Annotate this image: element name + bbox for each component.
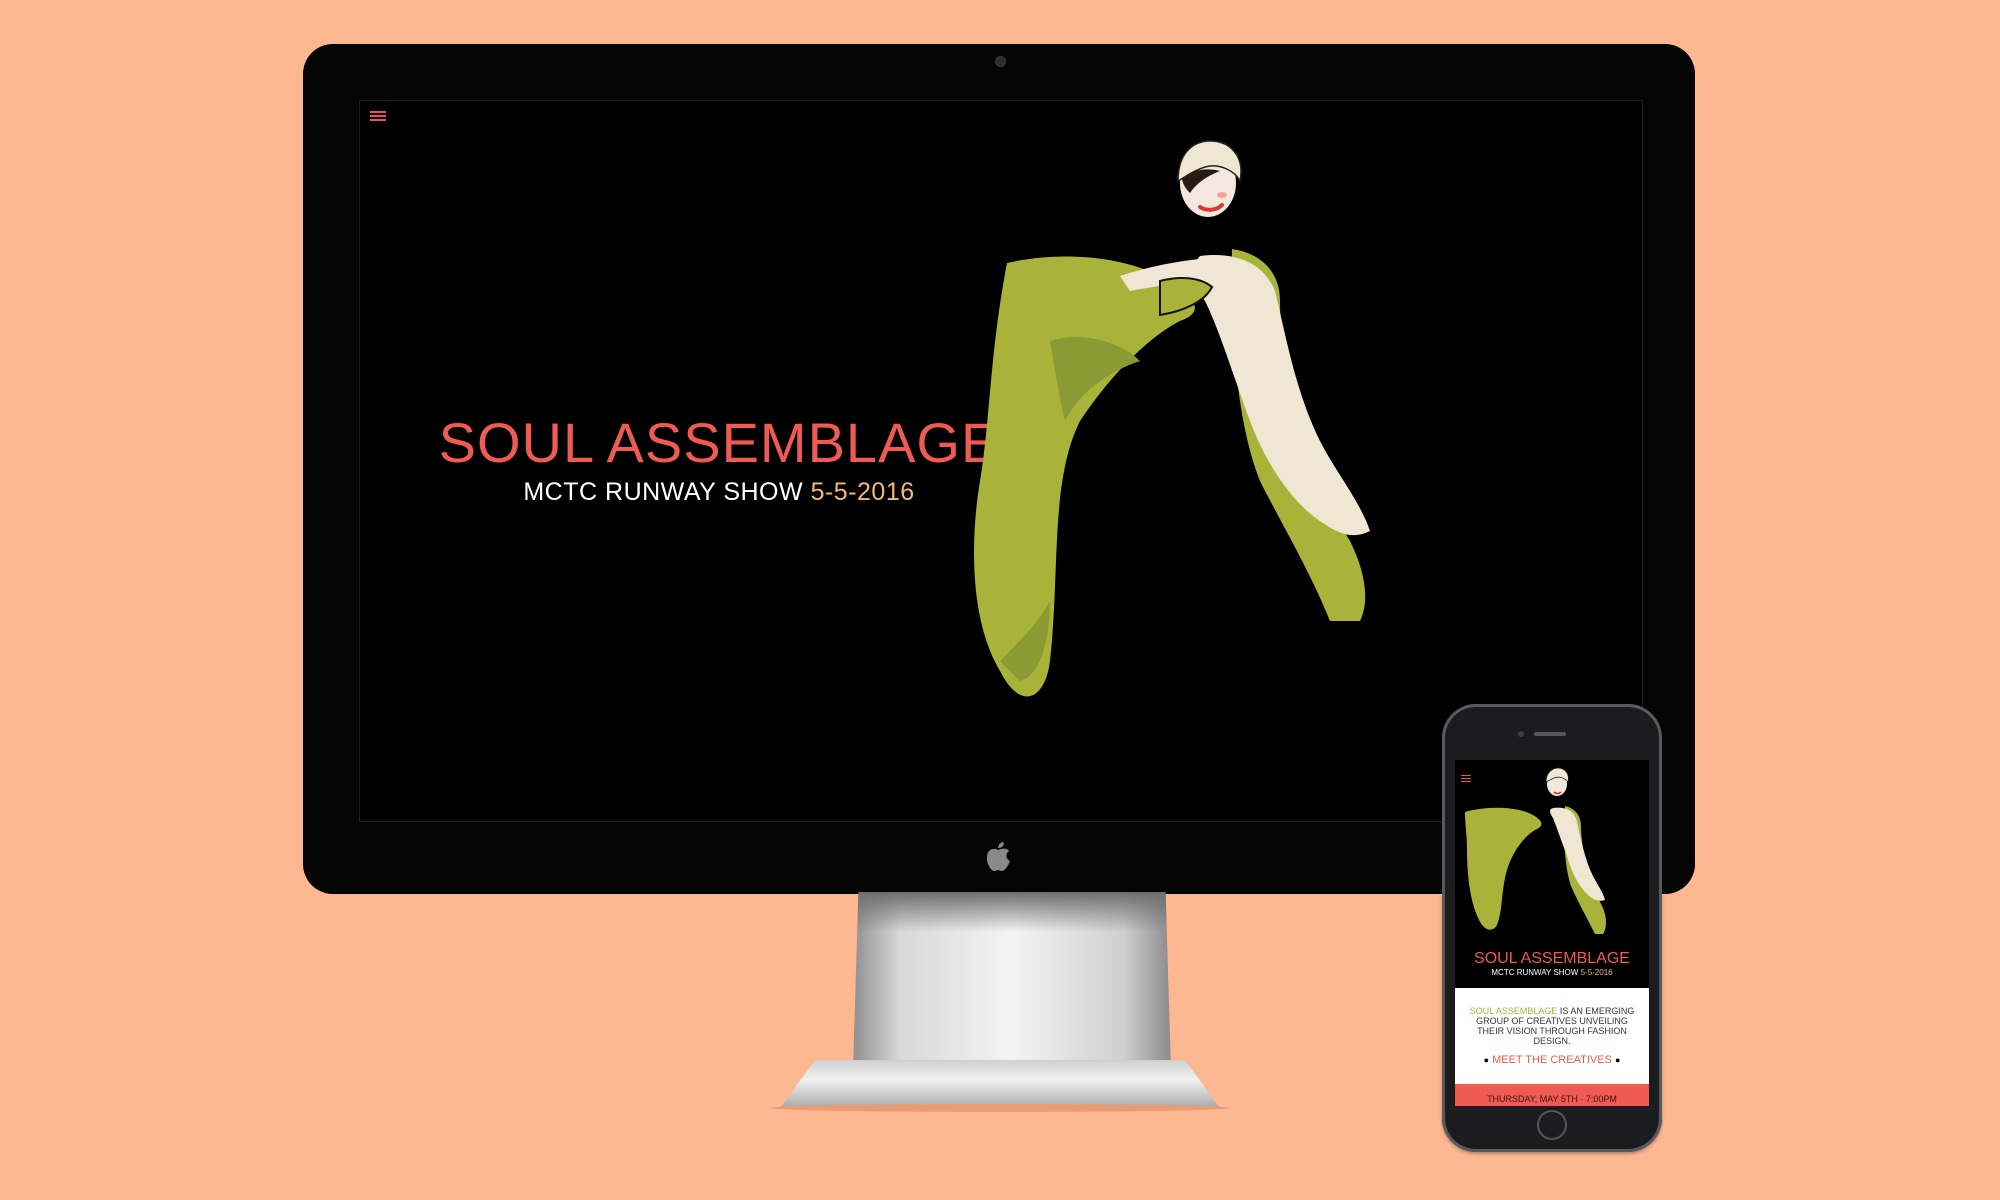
fashion-illustration-icon xyxy=(974,140,1370,697)
intro-text: SOUL ASSEMBLAGE IS AN EMERGING GROUP OF … xyxy=(1469,1006,1635,1046)
cta-bullet-right: ● xyxy=(1614,1055,1621,1065)
meet-the-creatives-link[interactable]: ● MEET THE CREATIVES ● xyxy=(1455,1054,1649,1066)
mobile-screen: SOUL ASSEMBLAGE MCTC RUNWAY SHOW 5-5-201… xyxy=(1455,760,1649,1106)
mobile-hero-subtitle-text: MCTC RUNWAY SHOW xyxy=(1491,968,1579,977)
stand-shadow xyxy=(770,1104,1230,1112)
mobile-hero-title: SOUL ASSEMBLAGE xyxy=(1474,950,1630,967)
mobile-phone: SOUL ASSEMBLAGE MCTC RUNWAY SHOW 5-5-201… xyxy=(1442,704,1662,1152)
mobile-hero-date: 5-5-2016 xyxy=(1580,968,1613,977)
apple-logo-icon xyxy=(986,842,1010,871)
intro-brand: SOUL ASSEMBLAGE xyxy=(1469,1006,1558,1016)
mobile-fashion-illustration-icon xyxy=(1465,767,1606,934)
camera-icon xyxy=(995,56,1006,67)
earpiece-speaker xyxy=(1534,732,1566,736)
cta-bullet-left: ● xyxy=(1483,1055,1490,1065)
monitor-stand-base xyxy=(780,1060,1220,1108)
event-band-text: THURSDAY, MAY 5TH · 7:00PM xyxy=(1487,1094,1617,1104)
mobile-hero-subtitle: MCTC RUNWAY SHOW 5-5-2016 xyxy=(1455,968,1649,978)
event-band: THURSDAY, MAY 5TH · 7:00PM xyxy=(1455,1084,1649,1106)
front-camera-icon xyxy=(1518,731,1524,737)
cta-label: MEET THE CREATIVES xyxy=(1492,1054,1612,1066)
intro-card: SOUL ASSEMBLAGE IS AN EMERGING GROUP OF … xyxy=(1455,988,1649,1084)
home-button[interactable] xyxy=(1537,1110,1567,1140)
